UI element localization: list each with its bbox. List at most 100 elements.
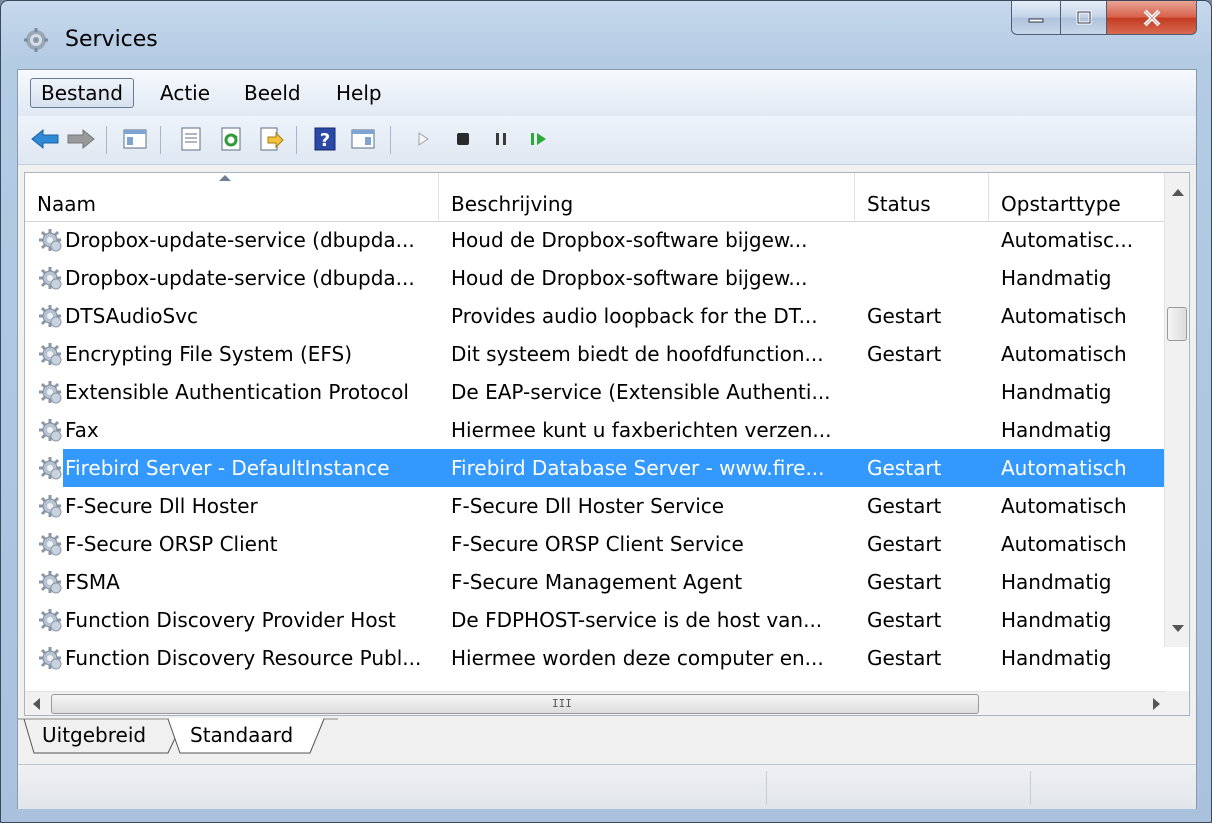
main-content: Bestand Actie Beeld Help ? Naam Beschrij… (17, 69, 1197, 809)
service-row[interactable]: DTSAudioSvc Provides audio loopback for t… (25, 297, 1167, 335)
restart-service-button[interactable] (522, 122, 556, 156)
stop-service-button[interactable] (446, 122, 480, 156)
service-status (867, 259, 987, 297)
close-button[interactable] (1107, 1, 1197, 35)
horizontal-scrollbar[interactable]: III (25, 691, 1167, 715)
service-name: FSMA (65, 570, 120, 594)
service-name: Function Discovery Provider Host (65, 608, 396, 632)
start-service-icon (418, 132, 429, 146)
tab-uitgebreid[interactable]: Uitgebreid (26, 718, 162, 754)
scroll-up-icon[interactable] (1172, 189, 1184, 196)
tab-standaard[interactable]: Standaard (174, 718, 309, 754)
back-button[interactable] (28, 122, 62, 156)
service-gear-icon (39, 343, 62, 366)
service-gear-icon (39, 381, 62, 404)
service-status: Gestart (867, 532, 942, 556)
show-hide-console-tree-button[interactable] (118, 122, 152, 156)
service-name: Firebird Server - DefaultInstance (65, 456, 390, 480)
service-description: Hiermee worden deze computer en... (451, 646, 824, 670)
service-row[interactable]: Dropbox-update-service (dbupda... Houd de… (25, 221, 1167, 259)
service-name: F-Secure ORSP Client (65, 532, 278, 556)
service-gear-icon (39, 495, 62, 518)
scroll-right-icon[interactable] (1153, 698, 1160, 710)
service-status: Gestart (867, 570, 942, 594)
column-label-status: Status (867, 192, 931, 216)
forward-icon (67, 128, 95, 150)
toolbar: ? (18, 116, 1196, 165)
minimize-icon (1028, 18, 1044, 22)
menu-help[interactable]: Help (326, 78, 392, 108)
service-name: F-Secure Dll Hoster (65, 494, 258, 518)
pause-service-button[interactable] (484, 122, 518, 156)
services-list[interactable]: Naam Beschrijving Status Opstarttype Dro… (24, 172, 1190, 716)
service-description: F-Secure Dll Hoster Service (451, 494, 725, 518)
show-hide-console-tree-icon (123, 129, 147, 149)
properties-icon (181, 127, 201, 151)
minimize-button[interactable] (1011, 1, 1061, 35)
caption-buttons (1011, 1, 1197, 35)
service-row[interactable]: Encrypting File System (EFS) Dit systeem … (25, 335, 1167, 373)
service-row[interactable]: Extensible Authentication Protocol De EAP… (25, 373, 1167, 411)
service-status: Gestart (867, 456, 942, 480)
service-description: Provides audio loopback for the DT... (451, 304, 818, 328)
pause-service-icon (496, 133, 506, 145)
properties-button[interactable] (174, 122, 208, 156)
refresh-button[interactable] (214, 122, 248, 156)
start-service-button[interactable] (406, 122, 440, 156)
column-header-beschrijving[interactable]: Beschrijving (439, 173, 855, 221)
service-startup-type: Handmatig (1001, 418, 1112, 442)
service-row[interactable]: Function Discovery Provider Host De FDPHO… (25, 601, 1167, 639)
service-row[interactable]: Fax Hiermee kunt u faxberichten verzen...… (25, 411, 1167, 449)
service-startup-type: Automatisch (1001, 342, 1127, 366)
column-header-opstarttype[interactable]: Opstarttype (989, 173, 1167, 221)
service-startup-type: Handmatig (1001, 646, 1112, 670)
service-gear-icon (39, 305, 62, 328)
service-status: Gestart (867, 494, 942, 518)
scrollbar-corner (1165, 691, 1189, 715)
maximize-button[interactable] (1061, 1, 1107, 35)
forward-button[interactable] (64, 122, 98, 156)
service-row[interactable]: FSMA F-Secure Management Agent Gestart Hand… (25, 563, 1167, 601)
column-header-status[interactable]: Status (855, 173, 989, 221)
service-description: F-Secure ORSP Client Service (451, 532, 744, 556)
service-name: DTSAudioSvc (65, 304, 199, 328)
service-description: De EAP-service (Extensible Authenti... (451, 380, 831, 404)
menu-bestand[interactable]: Bestand (30, 78, 134, 108)
title-bar[interactable]: Services (1, 1, 1211, 73)
menu-actie[interactable]: Actie (150, 78, 220, 108)
service-startup-type: Automatisch (1001, 532, 1127, 556)
service-description: Houd de Dropbox-software bijgew... (451, 266, 808, 290)
scroll-left-icon[interactable] (33, 698, 40, 710)
service-startup-type: Handmatig (1001, 608, 1112, 632)
svg-text:?: ? (320, 130, 330, 151)
service-description: F-Secure Management Agent (451, 570, 743, 594)
service-description: De FDPHOST-service is de host van... (451, 608, 823, 632)
column-header-naam[interactable]: Naam (25, 173, 439, 221)
services-window: Services Bestand Actie Beeld Help ? Naam… (0, 0, 1212, 823)
menu-bar: Bestand Actie Beeld Help (18, 70, 1196, 116)
toolbar-separator (390, 126, 391, 154)
service-description: Hiermee kunt u faxberichten verzen... (451, 418, 832, 442)
service-row[interactable]: Function Discovery Resource Publ... Hierm… (25, 639, 1167, 677)
service-row[interactable]: Firebird Server - DefaultInstance Firebir… (25, 449, 1167, 487)
view-tabs: Uitgebreid Standaard (18, 718, 1196, 756)
restart-service-icon (531, 133, 546, 145)
service-startup-type: Automatisch (1001, 494, 1127, 518)
window-title: Services (65, 27, 158, 52)
help-button[interactable]: ? (308, 122, 342, 156)
vertical-scroll-thumb[interactable] (1167, 307, 1187, 341)
vertical-scrollbar[interactable] (1164, 173, 1189, 647)
show-hide-action-pane-button[interactable] (346, 122, 380, 156)
service-gear-icon (39, 647, 62, 670)
service-row[interactable]: F-Secure Dll Hoster F-Secure Dll Hoster S… (25, 487, 1167, 525)
menu-beeld[interactable]: Beeld (234, 78, 311, 108)
status-bar (18, 764, 1196, 809)
service-description: Dit systeem biedt de hoofdfunction... (451, 342, 824, 366)
service-row[interactable]: F-Secure ORSP Client F-Secure ORSP Client… (25, 525, 1167, 563)
scroll-down-icon[interactable] (1172, 625, 1184, 632)
export-list-button[interactable] (254, 122, 288, 156)
service-row[interactable]: Dropbox-update-service (dbupda... Houd de… (25, 259, 1167, 297)
service-startup-type: Automatisch (1001, 304, 1127, 328)
service-name: Dropbox-update-service (dbupda... (65, 266, 415, 290)
horizontal-scroll-thumb[interactable]: III (51, 694, 979, 714)
